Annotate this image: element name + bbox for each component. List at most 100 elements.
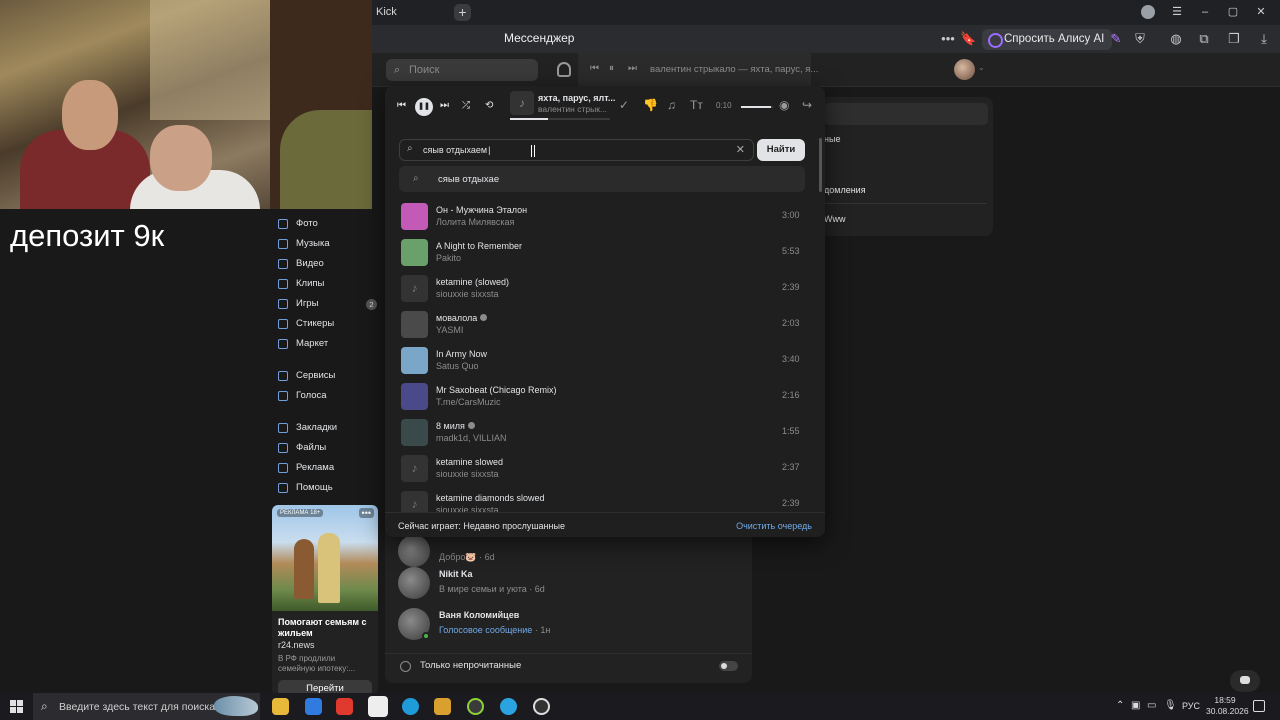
lyrics-icon[interactable]: Tт bbox=[690, 98, 703, 112]
check-icon[interactable]: ✓ bbox=[619, 98, 629, 112]
track-title[interactable]: In Army Now bbox=[436, 349, 487, 359]
clear-queue-link[interactable]: Очистить очередь bbox=[736, 521, 812, 531]
telegram-icon[interactable] bbox=[500, 698, 517, 715]
track-title[interactable]: ketamine slowed bbox=[436, 457, 503, 467]
unread-only-toggle[interactable] bbox=[719, 661, 738, 671]
similar-icon[interactable]: ♫ bbox=[667, 98, 676, 112]
track-title[interactable]: Он - Мужчина Эталон bbox=[436, 205, 527, 215]
download-icon[interactable]: ⤓ bbox=[1256, 31, 1272, 47]
yandex-browser-icon[interactable] bbox=[368, 696, 388, 717]
shield-icon[interactable]: ⛨ bbox=[1132, 31, 1148, 47]
edge-icon[interactable] bbox=[402, 698, 419, 715]
track-row[interactable]: A Night to Remember Pakito 5:53 bbox=[385, 236, 810, 272]
more-icon[interactable]: ••• bbox=[940, 31, 956, 47]
ad-image[interactable] bbox=[272, 505, 378, 611]
nav-item[interactable]: Закладки bbox=[272, 418, 378, 438]
nav-item[interactable]: Клипы bbox=[272, 274, 378, 294]
mic-icon[interactable]: 🎙 bbox=[1164, 700, 1177, 711]
extensions-icon[interactable]: ⧉ bbox=[1196, 31, 1212, 47]
music-note-icon[interactable]: ♪ bbox=[401, 455, 428, 482]
track-progress-bar[interactable] bbox=[510, 118, 610, 120]
previous-icon[interactable]: ⏮ bbox=[397, 100, 406, 112]
track-cover[interactable] bbox=[401, 311, 428, 338]
clock[interactable]: 18:59 30.08.2026 bbox=[1206, 695, 1249, 717]
network-icon[interactable]: ▭ bbox=[1147, 700, 1156, 711]
right-panel-selected-item[interactable] bbox=[824, 103, 988, 125]
track-row[interactable]: ♪ ketamine slowed siouxxie sixxsta 2:37 bbox=[385, 452, 810, 488]
mail-icon[interactable] bbox=[305, 698, 322, 715]
browser-profile-icon[interactable] bbox=[1141, 5, 1155, 19]
track-row[interactable]: ♪ ketamine (slowed) siouxxie sixxsta 2:39 bbox=[385, 272, 810, 308]
right-panel-item[interactable]: ные bbox=[824, 134, 840, 144]
windows-start-icon[interactable] bbox=[10, 700, 23, 713]
mini-player-track[interactable]: валентин стрыкало — яхта, парус, я... bbox=[650, 64, 818, 75]
clear-search-icon[interactable]: ✕ bbox=[736, 143, 745, 156]
nav-item[interactable]: Игры 2 bbox=[272, 294, 378, 314]
new-tab-button[interactable]: + bbox=[454, 4, 471, 21]
music-search-value[interactable]: сяыв отдыхаем bbox=[423, 145, 490, 155]
track-title[interactable]: ketamine diamonds slowed bbox=[436, 493, 545, 503]
track-artist[interactable]: Satus Quo bbox=[436, 361, 479, 371]
vk-search-input[interactable]: ⌕ Поиск bbox=[386, 59, 538, 81]
mini-player[interactable]: ⏮ ⏸ ⏭ валентин стрыкало — яхта, парус, я… bbox=[578, 53, 818, 87]
track-row[interactable]: In Army Now Satus Quo 3:40 bbox=[385, 344, 810, 380]
nav-item[interactable]: Музыка bbox=[272, 234, 378, 254]
track-row[interactable]: Mr Saxobeat (Chicago Remix) T.me/CarsMuzi… bbox=[385, 380, 810, 416]
repeat-icon[interactable]: ⟲ bbox=[485, 100, 493, 112]
next-icon[interactable]: ⏭ bbox=[628, 63, 637, 74]
right-panel-item[interactable]: домления bbox=[824, 185, 866, 195]
track-row[interactable]: Он - Мужчина Эталон Лолита Милявская 3:00 bbox=[385, 200, 810, 236]
app-icon[interactable] bbox=[533, 698, 550, 715]
dislike-icon[interactable]: 👎 bbox=[643, 98, 658, 112]
music-search-input[interactable]: ⌕ сяыв отдыхаем ✕ bbox=[399, 139, 754, 161]
bell-icon[interactable] bbox=[557, 62, 571, 77]
track-cover[interactable] bbox=[401, 383, 428, 410]
track-row[interactable]: ♪ ketamine diamonds slowed siouxxie sixxst… bbox=[385, 488, 810, 512]
ad-more-button[interactable]: ••• bbox=[358, 508, 374, 518]
track-artist[interactable]: siouxxie sixxsta bbox=[436, 469, 499, 479]
track-title[interactable]: A Night to Remember bbox=[436, 241, 522, 251]
app-icon[interactable] bbox=[434, 698, 451, 715]
track-artist[interactable]: madk1d, VILLIAN bbox=[436, 433, 507, 443]
track-row[interactable]: мовалола YASMI 2:03 bbox=[385, 308, 810, 344]
app-icon[interactable] bbox=[467, 698, 484, 715]
current-track-cover[interactable]: ♪ bbox=[510, 91, 534, 115]
scrollbar[interactable] bbox=[819, 138, 822, 192]
track-cover[interactable] bbox=[401, 239, 428, 266]
nav-item[interactable]: Реклама bbox=[272, 458, 378, 478]
ad-card[interactable]: РЕКЛАМА 18+ ••• Помогают семьям с жильем… bbox=[272, 505, 378, 695]
track-artist[interactable]: siouxxie sixxsta bbox=[436, 505, 499, 512]
nav-item[interactable]: Маркет bbox=[272, 334, 378, 354]
music-note-icon[interactable]: ♪ bbox=[401, 275, 428, 302]
pause-button[interactable]: ❚❚ bbox=[415, 98, 433, 116]
track-title[interactable]: 8 миля bbox=[436, 421, 475, 431]
ad-title[interactable]: Помогают семьям с жильем bbox=[278, 617, 374, 638]
globe-icon[interactable]: ◍ bbox=[1168, 31, 1184, 47]
track-cover[interactable] bbox=[401, 203, 428, 230]
track-title[interactable]: ketamine (slowed) bbox=[436, 277, 509, 287]
nav-item[interactable]: Голоса bbox=[272, 386, 378, 406]
volume-slider[interactable] bbox=[741, 106, 773, 108]
track-title[interactable]: Mr Saxobeat (Chicago Remix) bbox=[436, 385, 557, 395]
previous-icon[interactable]: ⏮ bbox=[590, 63, 599, 74]
yandex-icon[interactable] bbox=[336, 698, 353, 715]
broadcast-icon[interactable]: ◉ bbox=[779, 98, 789, 112]
current-track-title[interactable]: яхта, парус, ялт... bbox=[538, 93, 615, 103]
close-icon[interactable]: ✕ bbox=[1252, 4, 1270, 21]
next-icon[interactable]: ⏭ bbox=[440, 100, 449, 112]
language-indicator[interactable]: РУС bbox=[1182, 701, 1200, 711]
file-explorer-icon[interactable] bbox=[272, 698, 289, 715]
taskbar-search[interactable]: ⌕ Введите здесь текст для поиска bbox=[33, 693, 260, 720]
pen-icon[interactable]: ✎ bbox=[1108, 31, 1124, 47]
music-note-icon[interactable]: ♪ bbox=[401, 491, 428, 512]
nav-item[interactable]: Фото bbox=[272, 214, 378, 234]
track-row[interactable]: 8 миля madk1d, VILLIAN 1:55 bbox=[385, 416, 810, 452]
search-suggestion[interactable]: ⌕ сяыв отдыхае bbox=[399, 166, 805, 192]
notification-icon[interactable] bbox=[1253, 700, 1265, 712]
nav-item[interactable]: Видео bbox=[272, 254, 378, 274]
track-title[interactable]: мовалола bbox=[436, 313, 488, 323]
collections-icon[interactable]: ❐ bbox=[1226, 31, 1242, 47]
share-icon[interactable]: ↪ bbox=[802, 98, 812, 112]
maximize-icon[interactable]: ▢ bbox=[1224, 4, 1242, 21]
track-artist[interactable]: Pakito bbox=[436, 253, 461, 263]
